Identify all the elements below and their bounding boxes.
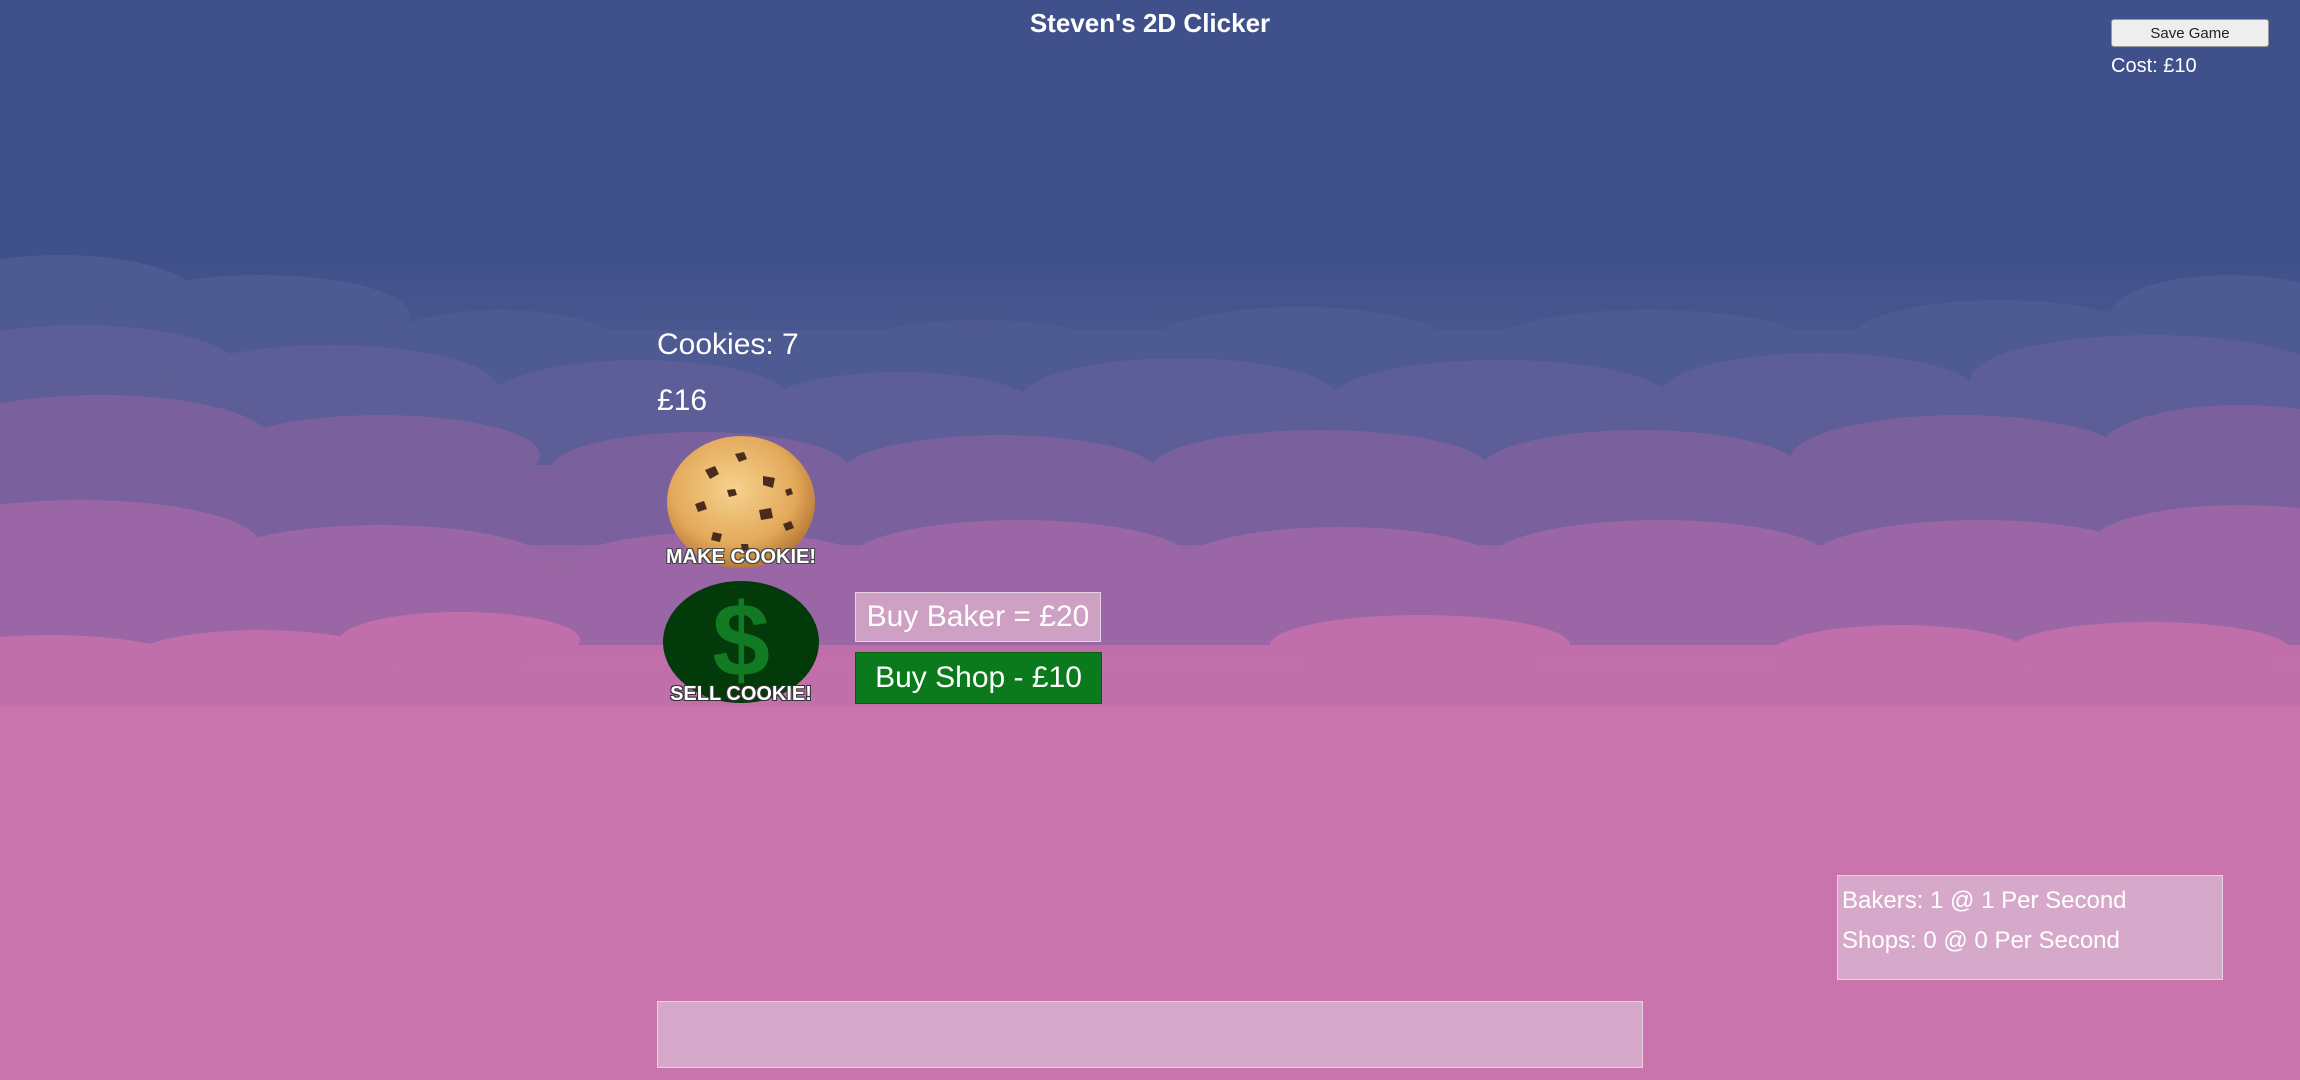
buy-shop-button[interactable]: Buy Shop - £10 [855, 652, 1102, 704]
make-cookie-label: MAKE COOKIE! [666, 546, 816, 568]
dollar-icon: $ [712, 583, 770, 699]
game-title: Steven's 2D Clicker [1029, 8, 1271, 38]
money-balance: £16 [657, 384, 708, 417]
bakers-stat: Bakers: 1 @ 1 Per Second [1842, 887, 2127, 914]
message-log-box [657, 1001, 1643, 1068]
production-panel: Bakers: 1 @ 1 Per Second Shops: 0 @ 0 Pe… [1837, 875, 2223, 980]
save-cost-text: Cost: £10 [2111, 55, 2197, 77]
sell-cookie-label: SELL COOKIE! [670, 683, 812, 705]
shops-stat: Shops: 0 @ 0 Per Second [1842, 927, 2120, 954]
cookie-count: Cookies: 7 [657, 328, 799, 361]
buy-baker-button[interactable]: Buy Baker = £20 [855, 592, 1101, 642]
save-game-button[interactable]: Save Game [2111, 19, 2269, 47]
